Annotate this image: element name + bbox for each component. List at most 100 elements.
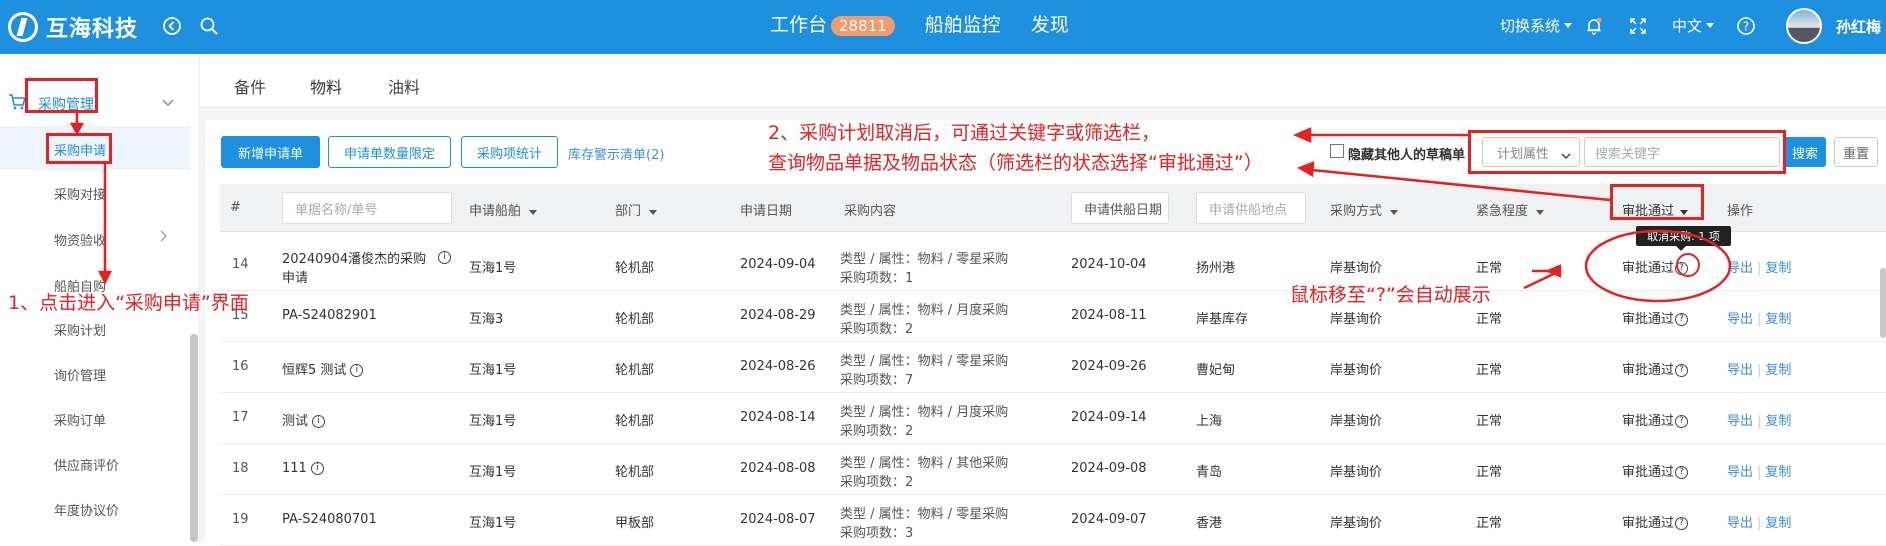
tab-materials[interactable]: 物料	[310, 74, 343, 110]
question-icon[interactable]: ?	[1675, 517, 1689, 530]
doc-name[interactable]: 恒辉5 测试 i	[282, 359, 364, 378]
row-status: 审批通过?	[1622, 512, 1689, 531]
row-urgency: 正常	[1476, 516, 1503, 531]
highlight-search-area	[1468, 130, 1786, 174]
sidebar-item-purchase-plan[interactable]: 采购计划	[54, 320, 106, 339]
sidebar-scrollbar[interactable]	[190, 334, 198, 542]
item-stats-button[interactable]: 采购项统计	[461, 136, 558, 168]
sidebar-item-material-acceptance[interactable]: 物资验收	[54, 230, 106, 249]
question-icon[interactable]: ?	[1675, 415, 1689, 428]
avatar[interactable]	[1786, 8, 1822, 44]
row-ops: 导出 | 复制	[1727, 308, 1791, 327]
nav-ship-monitor[interactable]: 船舶监控	[925, 10, 1001, 37]
question-icon[interactable]: ?	[1675, 262, 1689, 275]
row-index: 14	[232, 257, 249, 272]
row-ship: 互海1号	[469, 363, 517, 378]
doc-name-filter[interactable]: 单据名称/单号	[282, 192, 452, 224]
export-link[interactable]: 导出	[1727, 465, 1753, 480]
copy-link[interactable]: 复制	[1765, 312, 1791, 327]
language-dropdown[interactable]: 中文	[1672, 15, 1715, 36]
row-content-count: 采购项数：7	[840, 373, 914, 388]
reset-button[interactable]: 重置	[1834, 137, 1878, 167]
row-content-type: 类型 / 属性：物料 / 零星采购	[840, 507, 1009, 522]
row-method: 岸基询价	[1330, 261, 1383, 276]
caret-down-icon	[1536, 210, 1545, 215]
nav-discover[interactable]: 发现	[1031, 10, 1069, 37]
col-method[interactable]: 采购方式	[1330, 200, 1399, 219]
tab-spare-parts[interactable]: 备件	[234, 74, 266, 98]
annotation-hover-note: 鼠标移至“?”会自动展示	[1290, 284, 1491, 306]
hide-drafts-label: 隐藏其他人的草稿单	[1348, 148, 1466, 163]
export-link[interactable]: 导出	[1727, 363, 1753, 378]
row-status: 审批通过?	[1622, 308, 1689, 327]
row-method: 岸基询价	[1330, 363, 1383, 378]
row-dept: 甲板部	[615, 516, 655, 531]
supply-date-filter[interactable]: 申请供船日期	[1071, 192, 1169, 224]
back-icon[interactable]	[160, 14, 184, 38]
stock-alert-link[interactable]: 库存警示清单(2)	[568, 144, 664, 163]
export-link[interactable]: 导出	[1727, 414, 1753, 429]
col-ship[interactable]: 申请船舶	[469, 200, 538, 219]
question-icon[interactable]: ?	[1675, 313, 1689, 326]
copy-link[interactable]: 复制	[1765, 261, 1791, 276]
table-row[interactable]: 15 PA-S24082901 互海3 轮机部 2024-08-29 类型 / 属性：物料…	[220, 291, 1886, 342]
copy-link[interactable]: 复制	[1765, 363, 1791, 378]
row-index: 19	[232, 512, 249, 527]
export-link[interactable]: 导出	[1727, 516, 1753, 531]
table-row[interactable]: 16 恒辉5 测试 i 互海1号 轮机部 2024-08-26 类型 / 属性：物料 / 零…	[220, 342, 1886, 393]
quantity-limit-button[interactable]: 申请单数量限定	[328, 136, 451, 168]
copy-link[interactable]: 复制	[1765, 465, 1791, 480]
bell-icon[interactable]	[1582, 14, 1606, 38]
question-icon[interactable]: ?	[1675, 466, 1689, 479]
row-ship: 互海1号	[469, 261, 517, 276]
question-icon[interactable]: ?	[1675, 364, 1689, 377]
supply-place-filter[interactable]: 申请供船地点	[1196, 192, 1306, 224]
copy-link[interactable]: 复制	[1765, 414, 1791, 429]
sidebar-item-purchase-order[interactable]: 采购订单	[54, 410, 106, 429]
doc-name[interactable]: 测试 i	[282, 410, 326, 429]
table-row[interactable]: 19 PA-S24080701 互海1号 甲板部 2024-08-07 类型 / 属性：物…	[220, 495, 1886, 546]
sidebar-item-annual-price[interactable]: 年度协议价	[54, 500, 119, 519]
cart-icon	[8, 94, 27, 114]
tab-fuel[interactable]: 油料	[388, 74, 420, 98]
search-icon[interactable]	[197, 14, 221, 38]
info-icon[interactable]: i	[438, 251, 451, 264]
nav-workbench[interactable]: 工作台 28811	[770, 10, 895, 37]
logo[interactable]: 互海科技	[8, 10, 138, 44]
row-status: 审批通过?	[1622, 257, 1689, 276]
row-date: 2024-08-08	[740, 461, 816, 476]
annotation-step2-line1: 2、采购计划取消后，可通过关键字或筛选栏，	[768, 122, 1161, 144]
sidebar-item-inquiry[interactable]: 询价管理	[54, 365, 106, 384]
info-icon[interactable]: i	[350, 364, 364, 377]
table-row[interactable]: 18 111 i 互海1号 轮机部 2024-08-08 类型 / 属性：物料 / 其他采购…	[220, 444, 1886, 495]
table-row[interactable]: 14 20240904潘俊杰的采购 i 申请 互海1号 轮机部 2024-09-04 类型 /…	[220, 240, 1886, 291]
row-index: 18	[232, 461, 249, 476]
col-dept[interactable]: 部门	[615, 200, 658, 219]
search-button[interactable]: 搜索	[1784, 137, 1826, 167]
export-link[interactable]: 导出	[1727, 261, 1753, 276]
sidebar-item-purchase-docking[interactable]: 采购对接	[54, 184, 106, 203]
fullscreen-icon[interactable]	[1626, 14, 1650, 38]
doc-name[interactable]: 20240904潘俊杰的采购	[282, 248, 426, 267]
col-urgency[interactable]: 紧急程度	[1476, 200, 1545, 219]
switch-system-dropdown[interactable]: 切换系统	[1500, 15, 1573, 36]
new-request-button[interactable]: 新增申请单	[221, 136, 320, 168]
row-ops: 导出 | 复制	[1727, 257, 1791, 276]
hide-drafts-checkbox[interactable]	[1330, 144, 1344, 158]
doc-name[interactable]: PA-S24080701	[282, 512, 377, 527]
sidebar-item-supplier-eval[interactable]: 供应商评价	[54, 455, 119, 474]
username[interactable]: 孙红梅	[1836, 16, 1881, 37]
doc-name[interactable]: 111 i	[282, 461, 324, 476]
chevron-down-icon	[162, 96, 174, 111]
workbench-badge: 28811	[831, 16, 895, 36]
info-icon[interactable]: i	[310, 462, 324, 475]
doc-name[interactable]: PA-S24082901	[282, 308, 377, 323]
highlight-status-filter	[1610, 184, 1704, 220]
export-link[interactable]: 导出	[1727, 312, 1753, 327]
info-icon[interactable]: i	[312, 415, 326, 428]
table-row[interactable]: 17 测试 i 互海1号 轮机部 2024-08-14 类型 / 属性：物料 / 月度采购采…	[220, 393, 1886, 444]
caret-down-icon	[1564, 23, 1573, 28]
table-scrollbar[interactable]	[1880, 268, 1886, 338]
help-icon[interactable]: ?	[1734, 14, 1758, 38]
copy-link[interactable]: 复制	[1765, 516, 1791, 531]
